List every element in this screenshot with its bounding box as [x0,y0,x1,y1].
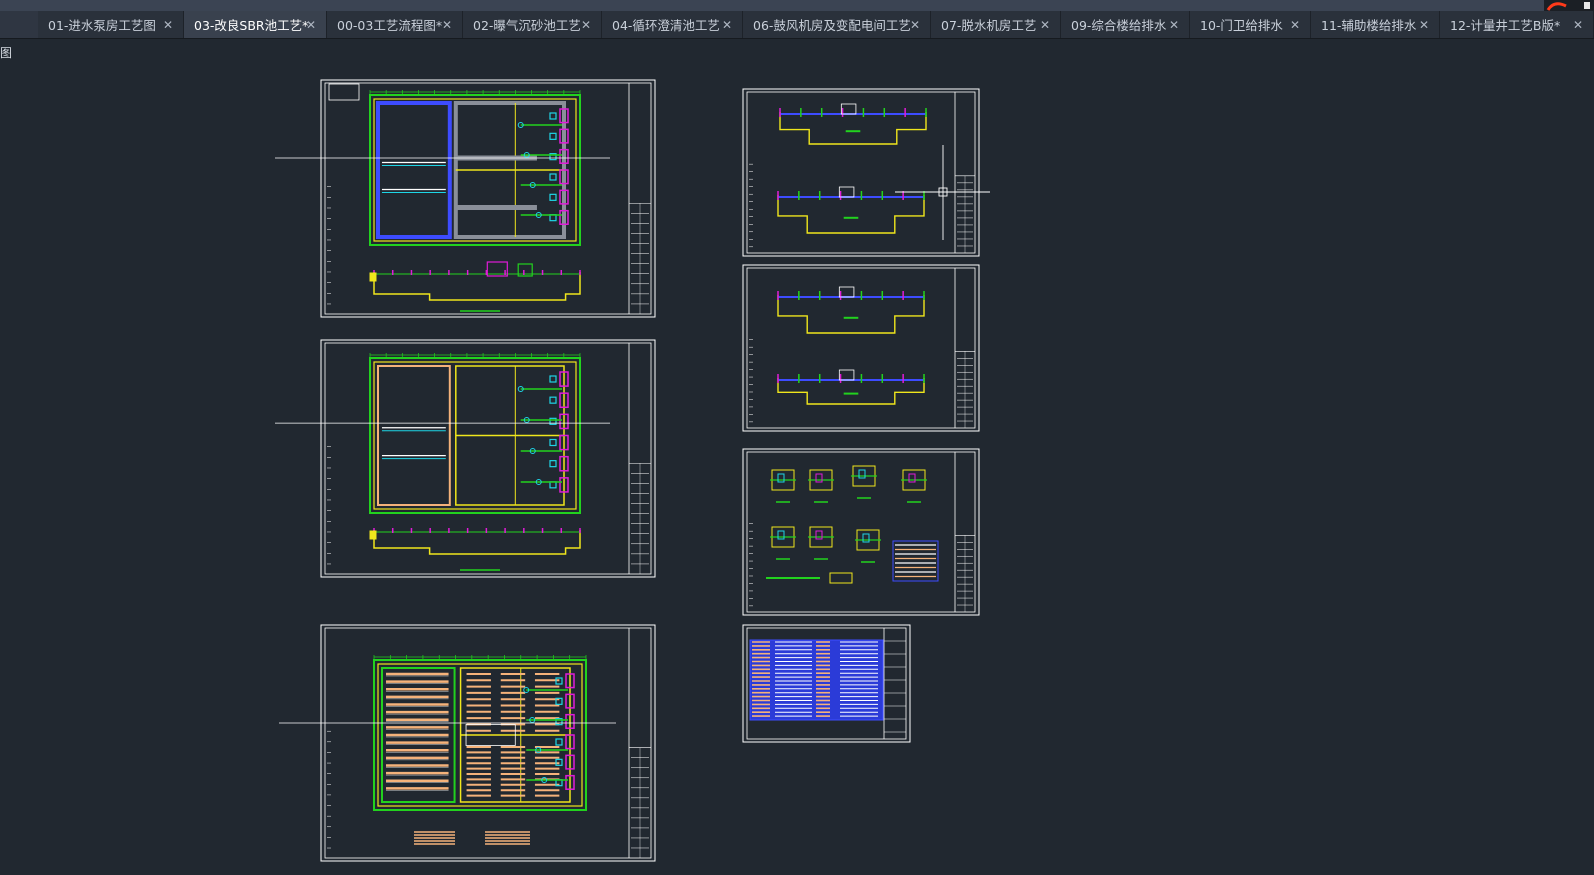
close-icon[interactable]: ✕ [1169,18,1179,32]
layout-sheet-details[interactable] [742,448,980,616]
tab-label: 06-鼓风机房及变配电间工艺 [753,18,911,33]
valve [549,173,557,181]
tab-label: 03-改良SBR池工艺* [194,18,309,33]
section-pump-block [369,272,377,282]
title-block [629,202,651,314]
section-profile [373,530,581,555]
tab-6[interactable]: 06-鼓风机房及变配电间工艺 ✕ [743,11,931,38]
section-header-box [840,103,857,115]
tab-bar-leading-area [0,11,38,38]
tab-label: 10-门卫给排水 [1200,18,1283,33]
sheet-inner-frame [746,91,976,254]
close-icon[interactable]: ✕ [1573,18,1583,32]
window-top-strip [0,0,1594,11]
app-logo-icon [1544,0,1594,11]
valve [549,375,557,383]
pre-reaction-zone [377,365,451,506]
tab-label: 12-计量井工艺B版* [1450,18,1561,33]
tab-7[interactable]: 07-脱水机房工艺 ✕ [931,11,1061,38]
tab-label: 01-进水泵房工艺图 [48,18,156,33]
title-block [955,175,975,253]
close-icon[interactable]: ✕ [722,18,732,32]
close-icon[interactable]: ✕ [1040,18,1050,32]
tab-label: 07-脱水机房工艺 [941,18,1037,33]
tab-8[interactable]: 09-综合楼给排水 ✕ [1061,11,1190,38]
section-header-box [838,186,855,198]
material-table [892,540,939,582]
section-profile [373,272,581,301]
section-profile [777,195,925,234]
tab-10[interactable]: 11-辅助楼给排水 ✕ [1311,11,1440,38]
valve [549,132,557,140]
tab-3[interactable]: 00-03工艺流程图* ✕ [327,11,463,38]
viewport-icon-box [328,83,360,101]
tab-label: 11-辅助楼给排水 [1321,18,1417,33]
close-icon[interactable]: ✕ [910,18,920,32]
section-profile [779,112,927,145]
tab-label: 00-03工艺流程图* [337,18,443,33]
close-icon[interactable]: ✕ [163,18,173,32]
sheet-outer-frame [320,339,656,578]
close-icon[interactable]: ✕ [442,18,452,32]
layout-sheet-table[interactable] [742,624,911,743]
section-pump-block [369,530,377,540]
tab-5[interactable]: 04-循环澄清池工艺 ✕ [602,11,743,38]
layout-sheet-section-2[interactable] [742,264,980,432]
sheet-outer-frame [742,264,980,432]
crosshair-icon [895,145,990,240]
tab-11[interactable]: 12-计量井工艺B版* ✕ [1440,11,1594,38]
valve [549,112,557,120]
close-icon[interactable]: ✕ [581,18,591,32]
section-profile [777,378,925,405]
tab-4[interactable]: 02-曝气沉砂池工艺 ✕ [463,11,602,38]
layout-sheet-plan-2[interactable] [275,339,656,578]
close-icon[interactable]: ✕ [1290,18,1300,32]
valve [549,396,557,404]
section-header-box [838,369,855,381]
valve [549,460,557,468]
title-block [629,462,651,574]
pre-reaction-zone [376,101,452,239]
valve [555,738,563,746]
close-icon[interactable]: ✕ [306,18,316,32]
valve [549,193,557,201]
title-block [955,535,975,612]
title-block [629,747,651,858]
valve [549,438,557,447]
tab-label: 04-循环澄清池工艺 [612,18,720,33]
tab-label: 09-综合楼给排水 [1071,18,1167,33]
tab-1[interactable]: 01-进水泵房工艺图 ✕ [38,11,184,38]
detail-drawing [829,572,853,584]
section-header-box [838,286,855,298]
layout-sheet-plan-1[interactable] [275,79,656,318]
layout-sheet-plan-3[interactable] [279,624,656,862]
tab-9[interactable]: 10-门卫给排水 ✕ [1190,11,1311,38]
drawing-canvas[interactable] [0,39,1594,875]
tab-2[interactable]: 03-改良SBR池工艺* ✕ [184,11,327,38]
layout-sheet-section-1[interactable] [742,88,980,257]
section-profile [777,295,925,334]
document-tab-bar: 01-进水泵房工艺图 ✕ 03-改良SBR池工艺* ✕ 00-03工艺流程图* ✕ 02-曝… [0,11,1594,39]
tab-label: 02-曝气沉砂池工艺 [473,18,581,33]
close-icon[interactable]: ✕ [1419,18,1429,32]
title-block [955,351,975,428]
